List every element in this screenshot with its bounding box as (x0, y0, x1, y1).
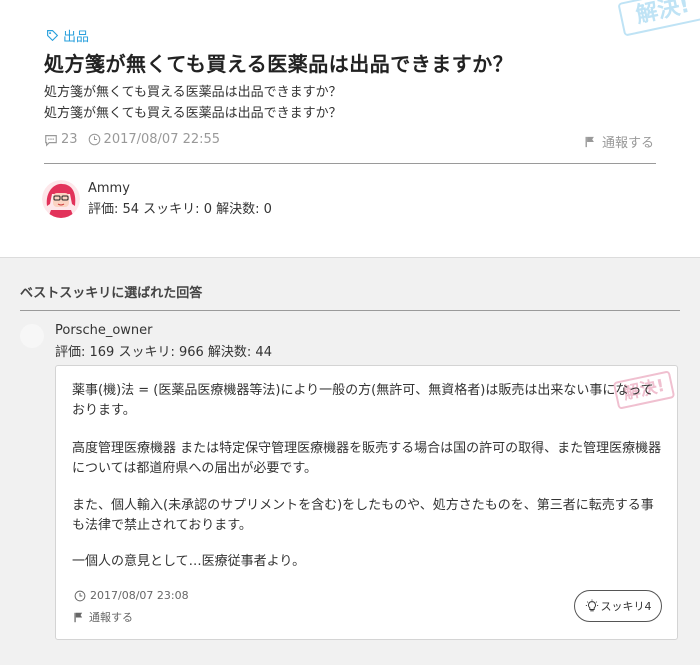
comment-icon (45, 134, 57, 147)
answer-paragraph: 薬事(機)法 = (医薬品医療機器等法)により一般の方(無許可、無資格者)は販売… (72, 383, 654, 418)
question-body-line: 処方箋が無くても買える医薬品は出品できますか？ (44, 85, 342, 100)
lightbulb-icon (585, 599, 598, 612)
best-answer-heading: ベストスッキリに選ばれた回答 (20, 286, 203, 301)
question-timestamp: 2017/08/07 22:55 (103, 132, 221, 147)
sukkiri-button[interactable]: スッキリ 4 (574, 590, 662, 622)
answer-paragraph: また、個人輸入(未承認のサプリメントを含む)をしたものや、処方さたものを、第三者… (72, 498, 654, 533)
answer-paragraph: 一個人の意見として…医療従事者より。 (72, 554, 306, 569)
asker-name[interactable]: Ammy (88, 181, 130, 196)
flag-icon (585, 136, 594, 147)
comment-count: 23 (61, 132, 78, 147)
answerer-name[interactable]: Porsche_owner (55, 323, 153, 338)
question-body: 処方箋が無くても買える医薬品は出品できますか？ 処方箋が無くても買える医薬品は出… (44, 82, 342, 124)
tag-icon (47, 30, 59, 42)
answerer-stats: 評価: 169 スッキリ: 966 解決数: 44 (55, 345, 272, 360)
asker-stats: 評価: 54 スッキリ: 0 解決数: 0 (88, 202, 272, 217)
sukkiri-label: スッキリ (600, 600, 645, 613)
asker-avatar[interactable] (42, 180, 80, 218)
answer-timestamp: 2017/08/07 23:08 (90, 589, 189, 602)
divider (20, 310, 680, 311)
flag-icon (74, 612, 83, 622)
answer-meta: 2017/08/07 23:08 (74, 589, 189, 602)
report-label: 通報する (601, 136, 654, 151)
category-label: 出品 (63, 30, 90, 45)
report-label: 通報する (89, 611, 133, 624)
question-body-line: 処方箋が無くても買える医薬品は出品できますか？ (44, 106, 342, 121)
clock-icon (74, 590, 86, 601)
divider (44, 163, 656, 164)
question-title: 処方箋が無くても買える医薬品は出品できますか？ (44, 52, 514, 76)
answer-card: 解決! 薬事(機)法 = (医薬品医療機器等法)により一般の方(無許可、無資格者… (55, 365, 678, 640)
clock-icon (88, 133, 100, 146)
resolved-stamp: 解決! (617, 0, 700, 37)
category-link[interactable]: 出品 (46, 26, 89, 45)
sukkiri-count: 4 (644, 599, 652, 613)
report-answer-link[interactable]: 通報する (74, 609, 133, 625)
question-card: 解決! 出品 処方箋が無くても買える医薬品は出品できますか？ 処方箋が無くても買… (0, 0, 700, 258)
report-question-link[interactable]: 通報する (585, 132, 654, 151)
question-meta: 23 2017/08/07 22:55 (44, 132, 220, 147)
answerer-avatar[interactable] (20, 324, 44, 348)
answer-paragraph: 高度管理医療機器 または特定保守管理医療機器を販売する場合は国の許可の取得、また… (72, 441, 662, 476)
